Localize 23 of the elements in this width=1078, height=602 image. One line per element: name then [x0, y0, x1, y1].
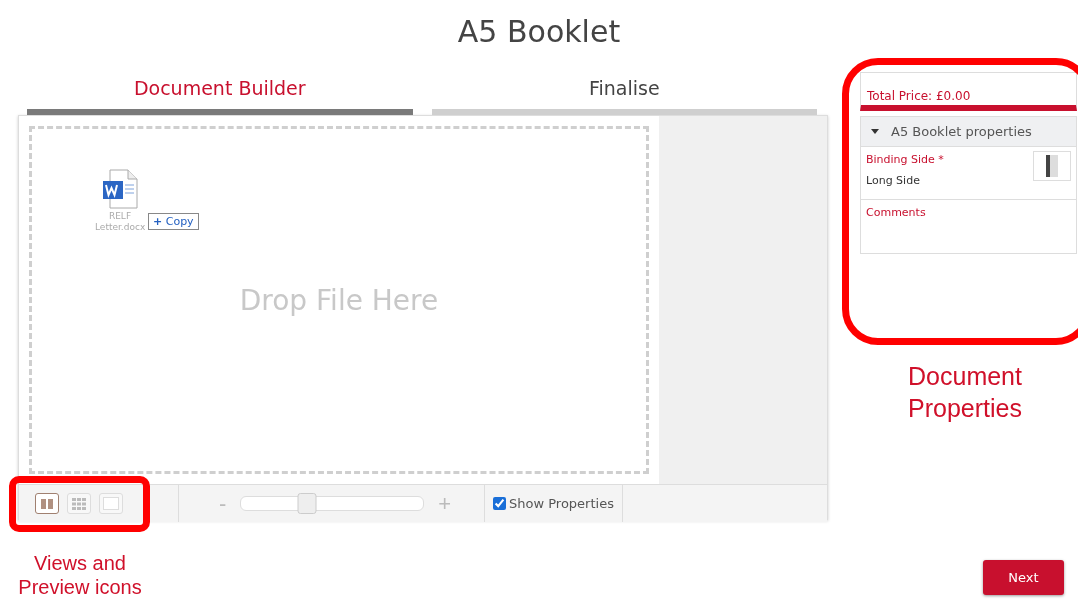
- page-title: A5 Booklet: [456, 12, 622, 51]
- zoom-slider[interactable]: [240, 496, 425, 511]
- checkbox-label: Show Properties: [509, 496, 614, 511]
- section-header[interactable]: A5 Booklet properties: [861, 117, 1076, 146]
- file-name: RELF Letter.docx: [95, 211, 145, 233]
- copy-badge: + Copy: [148, 213, 199, 230]
- slider-thumb[interactable]: [297, 493, 317, 514]
- book-icon: [1046, 155, 1058, 177]
- total-price: Total Price: £0.00: [860, 72, 1077, 111]
- field-label: Comments: [866, 206, 927, 219]
- word-document-icon: [102, 169, 138, 209]
- field-label: Binding Side *: [866, 153, 945, 166]
- field-value: Long Side: [866, 174, 921, 187]
- caret-icon: [871, 129, 879, 134]
- annotation-label: Document Properties: [907, 361, 1023, 424]
- view-button[interactable]: [35, 493, 59, 514]
- annotation-label: Views and Preview icons: [17, 551, 143, 599]
- binding-button[interactable]: [1033, 151, 1071, 181]
- pages-icon: [40, 497, 54, 510]
- single-page-icon: [103, 497, 119, 510]
- grid-icon: [71, 497, 87, 510]
- checkbox[interactable]: [493, 497, 506, 510]
- next-button[interactable]: Next: [983, 560, 1064, 595]
